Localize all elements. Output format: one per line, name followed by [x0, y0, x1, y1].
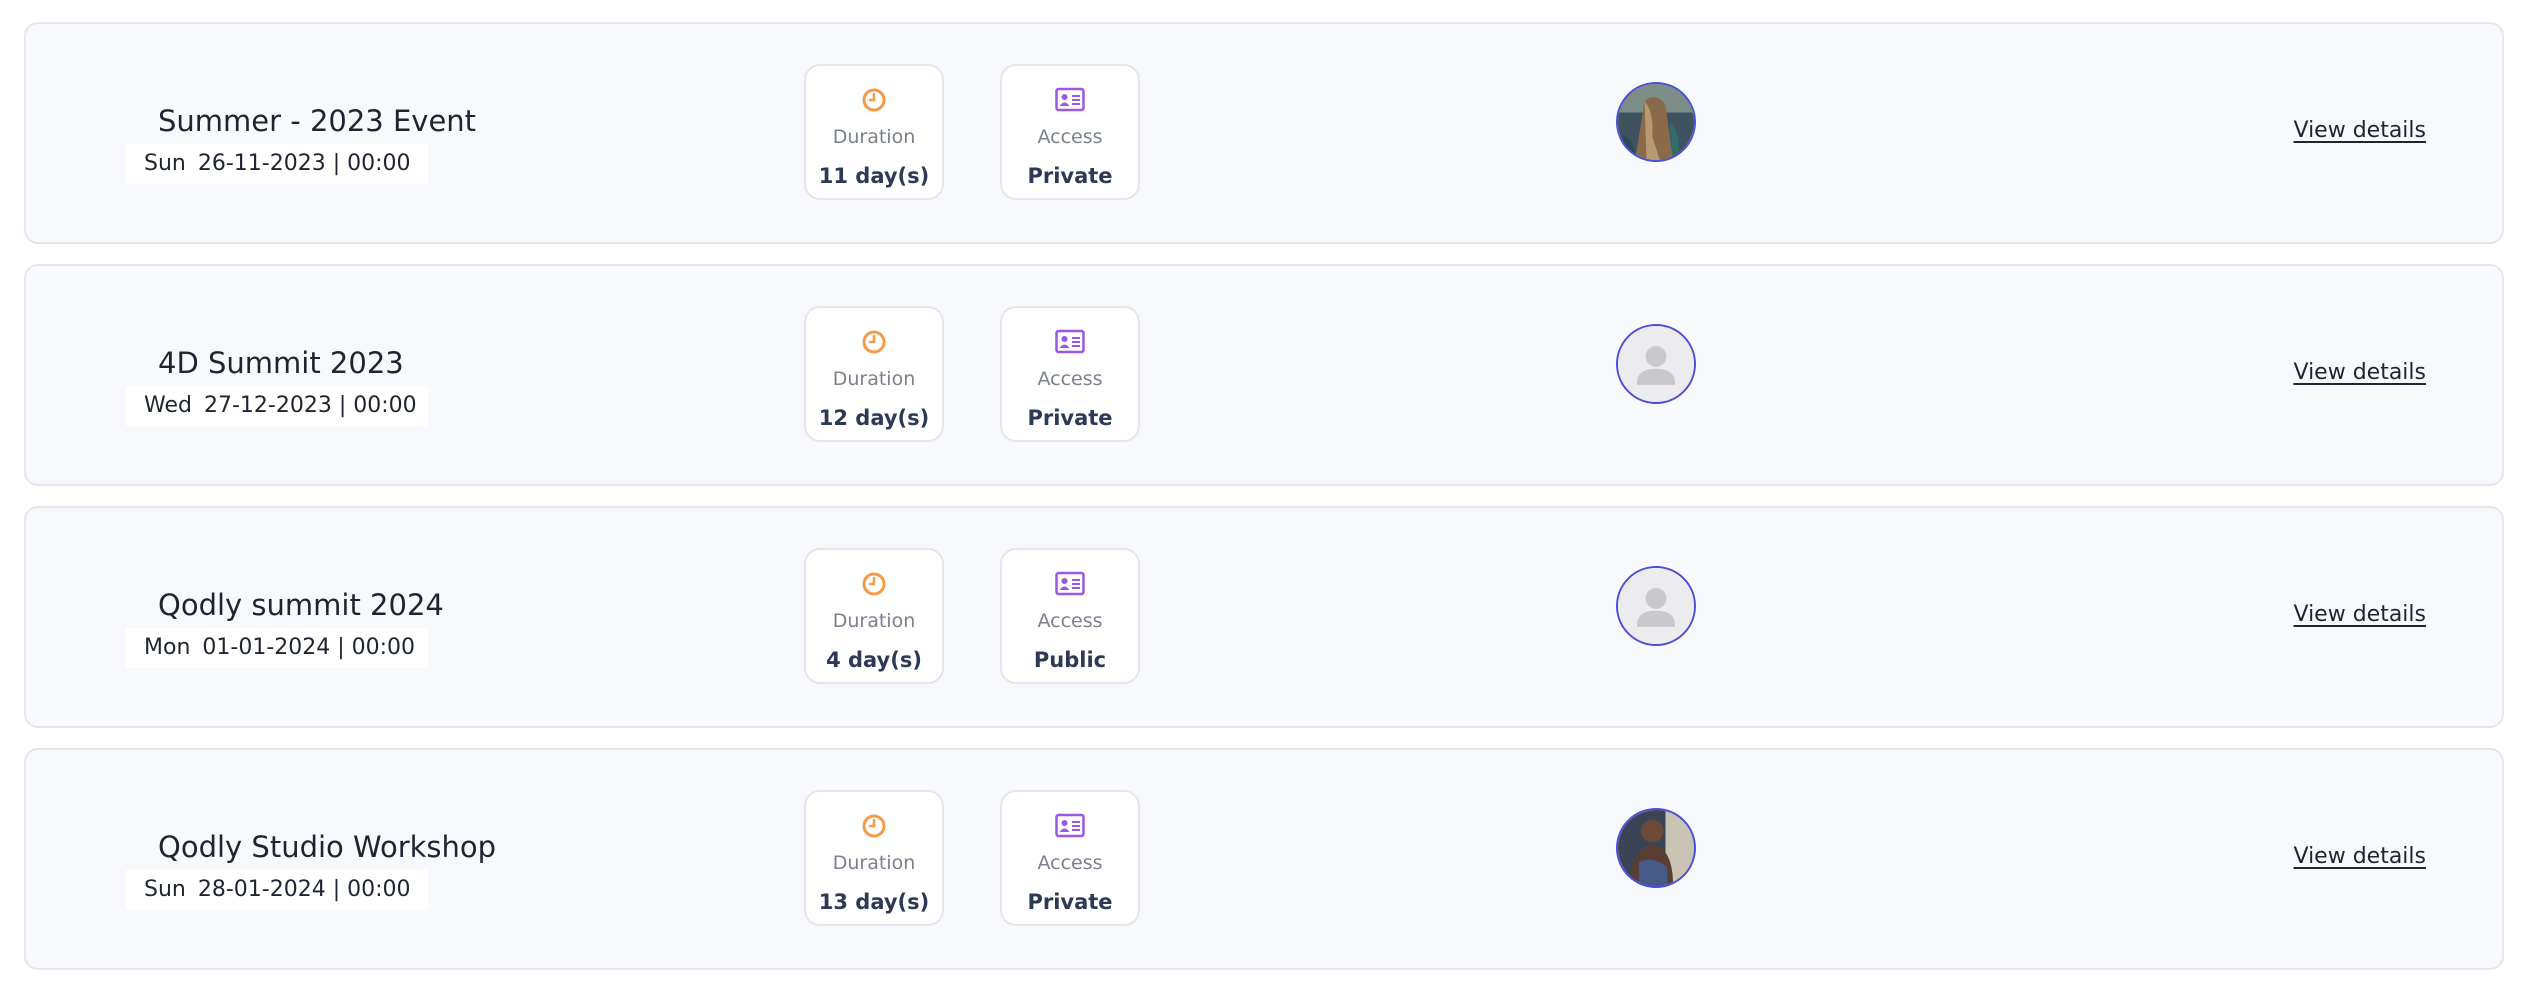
view-details-link[interactable]: View details [2294, 844, 2427, 869]
duration-label: Duration [832, 368, 916, 390]
duration-value: 4 day(s) [826, 648, 922, 672]
event-date: Sun 28-01-2024 | 00:00 [126, 870, 428, 910]
landscape-photo-icon [1618, 84, 1694, 160]
duration-box: Duration 4 day(s) [804, 548, 944, 684]
event-card: Qodly summit 2024 Mon 01-01-2024 | 00:00 … [24, 506, 2504, 728]
event-card: Summer - 2023 Event Sun 26-11-2023 | 00:0… [24, 22, 2504, 244]
event-day: Wed [144, 393, 192, 418]
event-avatar[interactable] [1616, 82, 1696, 162]
person-photo-icon [1618, 810, 1694, 886]
access-box: Access Public [1000, 548, 1140, 684]
clock-icon [862, 814, 886, 838]
event-day: Sun [144, 151, 186, 176]
view-details-link[interactable]: View details [2294, 118, 2427, 143]
access-label: Access [1037, 852, 1103, 874]
access-label: Access [1037, 610, 1103, 632]
user-placeholder-icon [1618, 326, 1694, 402]
view-details-link[interactable]: View details [2294, 360, 2427, 385]
event-datetime: 01-01-2024 | 00:00 [202, 635, 416, 660]
access-box: Access Private [1000, 64, 1140, 200]
event-date: Wed 27-12-2023 | 00:00 [126, 386, 428, 426]
event-title: Qodly summit 2024 [158, 588, 444, 622]
event-title: Summer - 2023 Event [158, 104, 477, 138]
access-box: Access Private [1000, 306, 1140, 442]
event-day: Mon [144, 635, 191, 660]
event-datetime: 28-01-2024 | 00:00 [197, 877, 411, 902]
view-details-link[interactable]: View details [2294, 602, 2427, 627]
access-value: Private [1027, 164, 1113, 188]
event-day: Sun [144, 877, 186, 902]
access-label: Access [1037, 126, 1103, 148]
duration-box: Duration 11 day(s) [804, 64, 944, 200]
duration-label: Duration [832, 610, 916, 632]
id-card-icon [1055, 87, 1085, 112]
duration-label: Duration [832, 126, 916, 148]
event-card: 4D Summit 2023 Wed 27-12-2023 | 00:00 Dur… [24, 264, 2504, 486]
event-title: Qodly Studio Workshop [158, 830, 497, 864]
clock-icon [862, 572, 886, 596]
duration-box: Duration 12 day(s) [804, 306, 944, 442]
event-avatar[interactable] [1616, 324, 1696, 404]
event-datetime: 27-12-2023 | 00:00 [203, 393, 417, 418]
event-avatar[interactable] [1616, 808, 1696, 888]
event-avatar[interactable] [1616, 566, 1696, 646]
duration-value: 11 day(s) [818, 164, 930, 188]
access-label: Access [1037, 368, 1103, 390]
duration-label: Duration [832, 852, 916, 874]
id-card-icon [1055, 813, 1085, 838]
user-placeholder-icon [1618, 568, 1694, 644]
access-value: Private [1027, 406, 1113, 430]
event-datetime: 26-11-2023 | 00:00 [197, 151, 411, 176]
event-title: 4D Summit 2023 [158, 346, 404, 380]
duration-value: 13 day(s) [818, 890, 930, 914]
id-card-icon [1055, 329, 1085, 354]
event-date: Sun 26-11-2023 | 00:00 [126, 144, 428, 184]
duration-box: Duration 13 day(s) [804, 790, 944, 926]
clock-icon [862, 330, 886, 354]
event-list: Summer - 2023 Event Sun 26-11-2023 | 00:0… [24, 22, 2504, 990]
event-card: Qodly Studio Workshop Sun 28-01-2024 | 00… [24, 748, 2504, 970]
access-value: Private [1027, 890, 1113, 914]
id-card-icon [1055, 571, 1085, 596]
access-value: Public [1033, 648, 1107, 672]
duration-value: 12 day(s) [818, 406, 930, 430]
clock-icon [862, 88, 886, 112]
access-box: Access Private [1000, 790, 1140, 926]
event-date: Mon 01-01-2024 | 00:00 [126, 628, 428, 668]
